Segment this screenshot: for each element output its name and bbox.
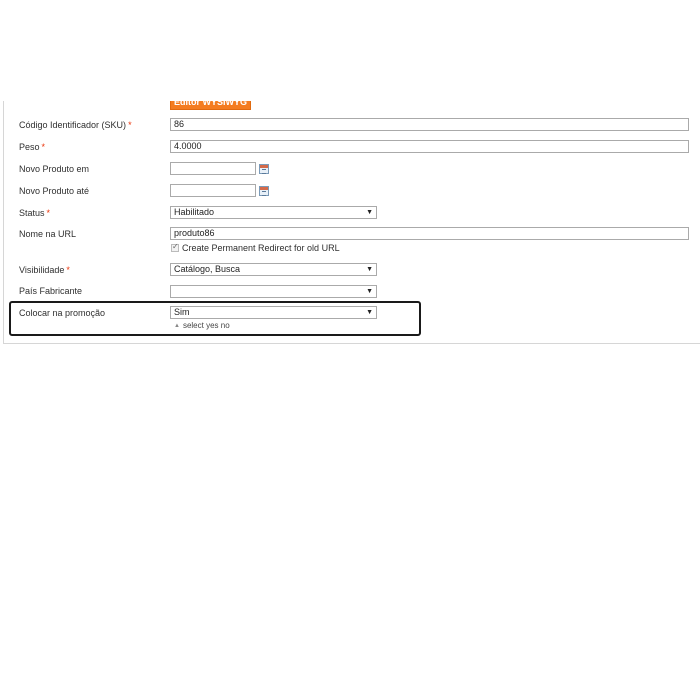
sku-input[interactable]: 86 [170,118,689,131]
permanent-redirect-checkbox[interactable] [171,242,179,252]
visibility-label: Visibilidade * [19,265,70,276]
new-to-label: Novo Produto até [19,186,90,196]
url-key-label: Nome na URL [19,229,77,239]
status-label-text: Status [19,208,45,218]
calendar-icon[interactable] [259,164,269,174]
wysiwyg-editor-button[interactable]: Editor WYSIWYG [170,101,251,110]
new-from-date-input[interactable] [170,162,256,175]
chevron-down-icon: ▼ [366,209,373,216]
promotion-highlight-box [9,301,421,336]
sku-label-text: Código Identificador (SKU) [19,120,127,130]
country-label: País Fabricante [19,286,83,296]
status-select[interactable]: Habilitado ▼ [170,206,377,219]
new-to-date-input[interactable] [170,184,256,197]
url-key-input[interactable]: produto86 [170,227,689,240]
status-required-marker: * [46,208,51,218]
sku-label: Código Identificador (SKU) * [19,120,132,131]
new-from-label: Novo Produto em [19,164,90,174]
sku-required-marker: * [128,120,132,130]
status-select-value: Habilitado [174,207,215,217]
country-select[interactable]: ▼ [170,285,377,298]
status-label: Status * [19,208,50,219]
visibility-select[interactable]: Catálogo, Busca ▼ [170,263,377,276]
visibility-label-text: Visibilidade [19,265,65,275]
visibility-select-value: Catálogo, Busca [174,264,241,274]
permanent-redirect-label: Create Permanent Redirect for old URL [182,243,340,253]
chevron-down-icon: ▼ [366,266,373,273]
weight-input[interactable]: 4.0000 [170,140,689,153]
chevron-down-icon: ▼ [366,288,373,295]
visibility-required-marker: * [66,265,70,275]
weight-label-text: Peso [19,142,40,152]
permanent-redirect-row: Create Permanent Redirect for old URL [171,242,340,253]
calendar-icon[interactable] [259,186,269,196]
weight-label: Peso * [19,142,45,153]
weight-required-marker: * [41,142,46,152]
